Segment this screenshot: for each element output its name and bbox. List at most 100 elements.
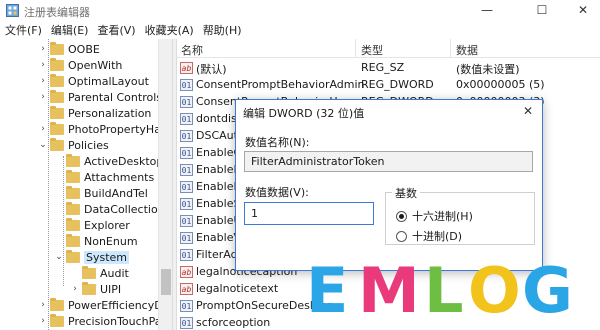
tree-item-policies[interactable]: ⌄ Policies <box>38 137 109 153</box>
tree-item-activedesktop[interactable]: ActiveDesktop <box>54 153 163 169</box>
expand-icon[interactable]: › <box>70 284 80 294</box>
folder-icon <box>50 57 64 71</box>
close-button[interactable]: ✕ <box>560 0 600 21</box>
maximize-button[interactable]: ☐ <box>519 0 565 21</box>
string-value-icon: ab <box>180 266 193 278</box>
tree-item-label: PrecisionTouchPad <box>68 314 169 328</box>
value-name: scforceoption <box>196 316 271 329</box>
folder-icon <box>50 89 64 103</box>
radio-hex-indicator[interactable] <box>396 210 407 222</box>
value-name-field: FilterAdministratorToken <box>244 151 533 172</box>
tree-item-personalization[interactable]: Personalization <box>38 105 151 121</box>
tree-item-nonenum[interactable]: NonEnum <box>54 233 138 249</box>
folder-open-icon <box>50 137 64 151</box>
value-data-input[interactable]: 1 <box>244 202 374 225</box>
logo-letter-g: G <box>522 254 573 327</box>
regedit-icon <box>6 4 19 17</box>
tree-item-label: Personalization <box>68 106 152 120</box>
folder-icon <box>66 201 80 215</box>
column-header-type[interactable]: 类型 <box>361 42 383 58</box>
expand-icon[interactable]: › <box>38 300 48 310</box>
minimize-button[interactable]: — <box>464 0 510 21</box>
logo-letter-m: M <box>358 254 420 327</box>
menu-edit[interactable]: 编辑(E) <box>51 22 89 38</box>
menu-help[interactable]: 帮助(H) <box>203 22 242 38</box>
table-row[interactable]: 01 ConsentPromptBehaviorAdmin REG_DWORD … <box>177 77 600 93</box>
tree-item-label: UIPI <box>100 282 122 296</box>
dword-value-icon: 01 <box>180 249 193 261</box>
tree-item-powerefficiencydiag[interactable]: › PowerEfficiencyDiag <box>38 297 172 313</box>
radio-dec[interactable]: 十进制(D) <box>396 228 462 244</box>
menu-file[interactable]: 文件(F) <box>5 22 42 38</box>
value-name: ConsentPromptBehaviorAdmin <box>196 78 365 91</box>
column-header-data[interactable]: 数据 <box>456 42 478 58</box>
tree-item-openwith[interactable]: › OpenWith <box>38 57 122 73</box>
tree-item-uipi[interactable]: › UIPI <box>70 281 121 297</box>
expand-icon[interactable]: › <box>38 76 48 86</box>
expand-icon[interactable]: › <box>38 92 48 102</box>
column-divider[interactable] <box>355 39 356 58</box>
tree-item-parental-controls[interactable]: › Parental Controls <box>38 89 162 105</box>
radio-dec-label: 十进制(D) <box>412 230 463 243</box>
dword-value-icon: 01 <box>180 181 193 193</box>
menu-favorites[interactable]: 收藏夹(A) <box>145 22 194 38</box>
value-name: (默认) <box>196 63 227 76</box>
tree-item-audit[interactable]: Audit <box>70 265 129 281</box>
folder-icon <box>50 121 64 135</box>
folder-icon <box>66 169 80 183</box>
radio-dec-indicator[interactable] <box>396 230 407 242</box>
dword-value-icon: 01 <box>180 164 193 176</box>
column-divider[interactable] <box>450 39 451 58</box>
folder-open-icon <box>66 249 80 263</box>
tree-item-label: OpenWith <box>68 58 123 72</box>
dialog-close-button[interactable]: ✕ <box>518 102 538 120</box>
table-row[interactable]: ab (默认) REG_SZ (数值未设置) <box>177 60 600 76</box>
list-header: 名称 类型 数据 <box>177 39 600 58</box>
folder-icon <box>66 233 80 247</box>
expand-icon[interactable]: › <box>38 316 48 326</box>
value-name-label: 数值名称(N): <box>245 136 310 149</box>
tree-item-attachments[interactable]: Attachments <box>54 169 154 185</box>
dialog-title: 编辑 DWORD (32 位)值 <box>243 107 365 120</box>
dword-value-icon: 01 <box>180 300 193 312</box>
tree-item-label: ActiveDesktop <box>84 154 164 168</box>
tree-scrollbar[interactable] <box>158 39 172 330</box>
tree-item-system[interactable]: ⌄ System <box>54 249 130 265</box>
value-type: REG_DWORD <box>361 78 434 91</box>
dword-value-icon: 01 <box>180 96 193 108</box>
value-name: legalnoticetext <box>196 282 279 295</box>
folder-icon <box>50 41 64 55</box>
window-title: 注册表编辑器 <box>24 6 90 19</box>
expand-icon[interactable]: › <box>38 44 48 54</box>
folder-icon <box>50 73 64 87</box>
tree-item-photopropertyhandler[interactable]: › PhotoPropertyHandler <box>38 121 172 137</box>
tree-scrollbar-thumb[interactable] <box>161 269 171 295</box>
expand-icon[interactable]: › <box>38 60 48 70</box>
menu-view[interactable]: 查看(V) <box>97 22 135 38</box>
dword-value-icon: 01 <box>180 317 193 329</box>
radio-hex[interactable]: 十六进制(H) <box>396 208 473 224</box>
logo-letter-e: E <box>306 254 349 327</box>
folder-icon <box>66 217 80 231</box>
tree-item-label: Parental Controls <box>68 90 162 104</box>
dword-value-icon: 01 <box>180 147 193 159</box>
value-data: (数值未设置) <box>456 63 520 76</box>
collapse-icon[interactable]: ⌄ <box>38 140 48 150</box>
collapse-icon[interactable]: ⌄ <box>54 252 64 262</box>
dword-value-icon: 01 <box>180 130 193 142</box>
regedit-window: 注册表编辑器 — ☐ ✕ 文件(F) 编辑(E) 查看(V) 收藏夹(A) 帮助… <box>0 0 600 330</box>
expand-icon[interactable]: › <box>38 124 48 134</box>
tree-item-label: OOBE <box>68 42 100 56</box>
tree-item-label: OptimalLayout <box>68 74 149 88</box>
emlog-watermark-logo: E M L O G <box>306 256 596 326</box>
value-data-label: 数值数据(V): <box>245 186 309 199</box>
tree-item-buildandtel[interactable]: BuildAndTel <box>54 185 148 201</box>
tree-item-explorer[interactable]: Explorer <box>54 217 130 233</box>
column-header-name[interactable]: 名称 <box>181 42 203 58</box>
registry-tree[interactable]: › OOBE › OpenWith › OptimalLayout › Pare… <box>0 39 172 330</box>
tree-item-precisiontouchpad[interactable]: › PrecisionTouchPad <box>38 313 169 329</box>
tree-item-optimallayout[interactable]: › OptimalLayout <box>38 73 149 89</box>
folder-icon <box>50 313 64 327</box>
tree-item-datacollection[interactable]: DataCollection <box>54 201 165 217</box>
tree-item-oobe[interactable]: › OOBE <box>38 41 100 57</box>
